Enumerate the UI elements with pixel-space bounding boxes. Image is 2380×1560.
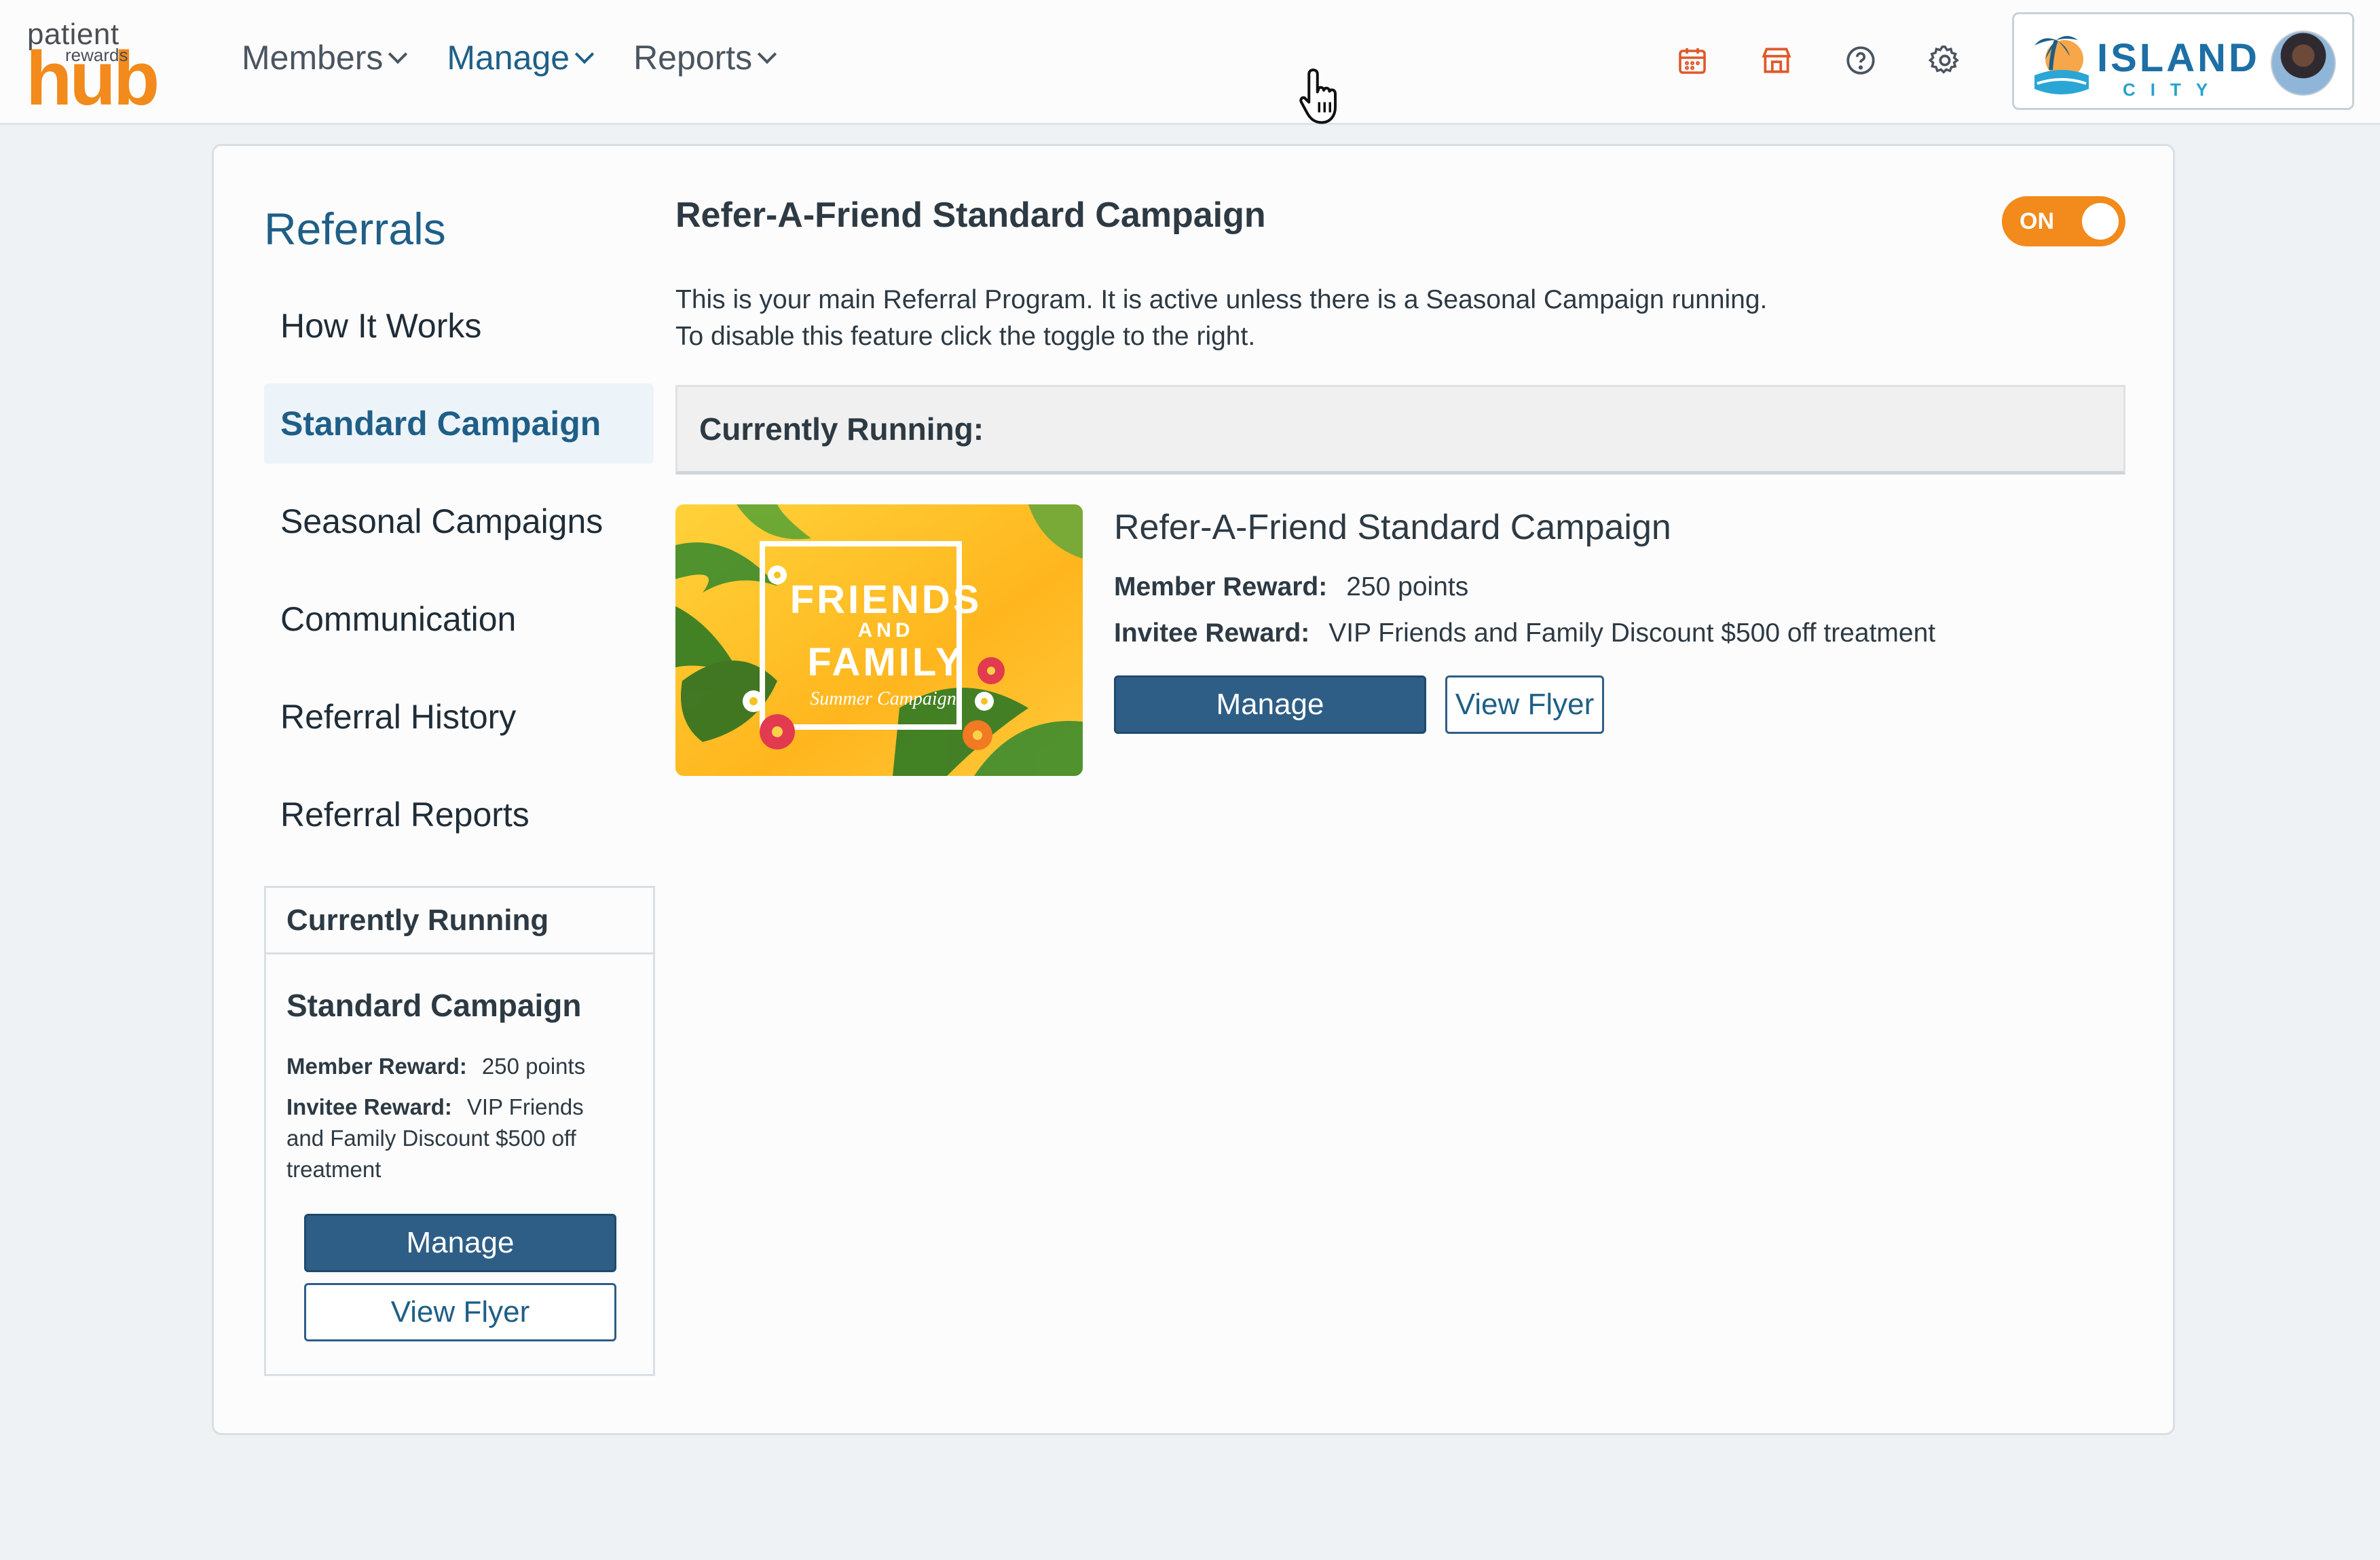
running-invitee-reward: Invitee Reward: VIP Friends and Family Di… (286, 1092, 626, 1185)
campaign-flyer-image[interactable]: FRIENDS AND FAMILY Summer Campaign (675, 504, 1083, 776)
settings-icon[interactable] (1925, 41, 1965, 80)
toggle-knob (2082, 203, 2119, 240)
invitee-reward-value: VIP Friends and Family Discount $500 off… (1328, 618, 1936, 648)
description: This is your main Referral Program. It i… (675, 282, 1767, 355)
currently-running-panel: Currently Running Standard Campaign Memb… (264, 886, 655, 1376)
sidebar-item-how-it-works[interactable]: How It Works (264, 286, 654, 366)
user-avatar[interactable] (2271, 31, 2336, 96)
chevron-down-icon (758, 44, 777, 64)
running-member-reward: Member Reward: 250 points (286, 1051, 626, 1082)
brand-sub: CITY (2123, 79, 2223, 100)
sidebar-item-referral-reports[interactable]: Referral Reports (264, 775, 654, 855)
nav-manage[interactable]: Manage (447, 38, 595, 77)
currently-running-bar: Currently Running: (675, 385, 2125, 475)
member-reward-label: Member Reward: (1114, 572, 1328, 601)
help-icon[interactable] (1841, 41, 1880, 80)
campaign-name: Refer-A-Friend Standard Campaign (1114, 508, 1671, 547)
campaign-member-reward: Member Reward: 250 points (1114, 572, 1468, 602)
chevron-down-icon (574, 44, 595, 64)
description-line-1: This is your main Referral Program. It i… (675, 285, 1768, 314)
chevron-down-icon (388, 44, 408, 64)
nav-manage-label: Manage (447, 39, 570, 77)
flyer-text-summer: Summer Campaign (810, 688, 956, 709)
campaign-active-toggle[interactable]: ON (2002, 196, 2125, 246)
toggle-label: ON (2020, 208, 2054, 234)
sidebar-manage-button[interactable]: Manage (304, 1214, 616, 1272)
top-navigation-bar: patient hub rewards Members Manage Repor… (0, 0, 2380, 125)
calendar-icon[interactable] (1673, 41, 1712, 80)
member-reward-value: 250 points (1346, 572, 1469, 601)
sidebar-item-standard-campaign[interactable]: Standard Campaign (264, 384, 654, 464)
sidebar-item-seasonal-campaigns[interactable]: Seasonal Campaigns (264, 481, 654, 561)
campaign-invitee-reward: Invitee Reward: VIP Friends and Family Di… (1114, 618, 1935, 648)
nav-members[interactable]: Members (242, 38, 408, 77)
sidebar-nav: How It Works Standard Campaign Seasonal … (264, 286, 654, 872)
logo-text-middle: rewards (65, 45, 128, 65)
sidebar-title: Referrals (264, 204, 446, 254)
practice-brand-switcher[interactable]: ISLAND CITY (2012, 12, 2354, 110)
invitee-reward-label: Invitee Reward: (1114, 618, 1310, 648)
patient-rewards-hub-logo[interactable]: patient hub rewards (26, 18, 160, 117)
sidebar-view-flyer-button[interactable]: View Flyer (304, 1283, 616, 1341)
brand-name: ISLAND (2097, 36, 2260, 80)
flyer-text-friends: FRIENDS (790, 578, 982, 622)
member-reward-value: 250 points (481, 1054, 586, 1079)
page-title: Refer-A-Friend Standard Campaign (675, 196, 1266, 235)
currently-running-heading: Currently Running (266, 888, 653, 954)
invitee-reward-label: Invitee Reward: (286, 1094, 452, 1119)
nav-reports-label: Reports (633, 39, 753, 77)
nav-reports[interactable]: Reports (633, 38, 777, 77)
hand-cursor-icon (1299, 69, 1337, 124)
flyer-text-and: AND (858, 619, 914, 642)
campaign-manage-button[interactable]: Manage (1114, 675, 1426, 734)
nav-members-label: Members (242, 39, 384, 77)
flyer-text-family: FAMILY (807, 640, 964, 684)
campaign-view-flyer-button[interactable]: View Flyer (1445, 675, 1604, 734)
island-logo-icon (2034, 36, 2089, 94)
sidebar-item-communication[interactable]: Communication (264, 579, 654, 659)
referrals-card: Referrals How It Works Standard Campaign… (212, 144, 2175, 1435)
main-nav: Members Manage Reports (242, 38, 777, 77)
running-campaign-title: Standard Campaign (286, 988, 582, 1023)
description-line-2: To disable this feature click the toggle… (675, 322, 1256, 351)
member-reward-label: Member Reward: (286, 1054, 467, 1079)
sidebar-item-referral-history[interactable]: Referral History (264, 677, 654, 757)
storefront-icon[interactable] (1757, 41, 1796, 80)
